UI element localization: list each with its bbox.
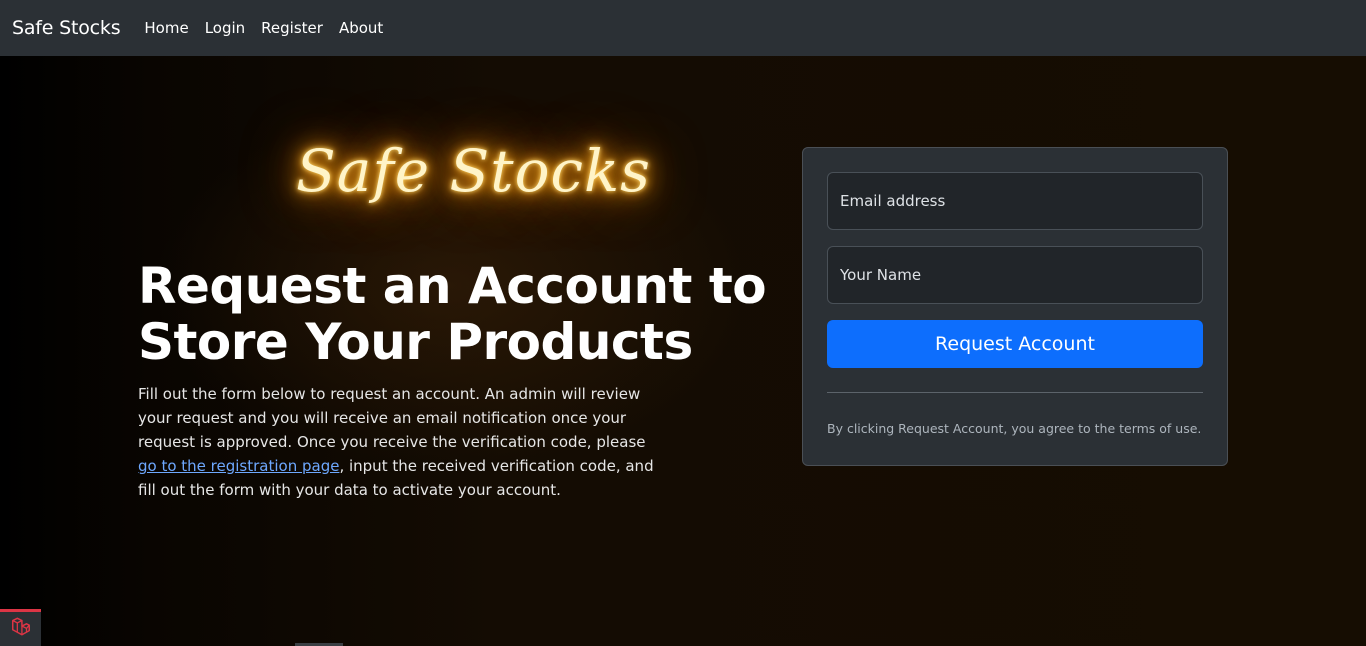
description-text-start: Fill out the form below to request an ac… [138,385,646,451]
laravel-debugbar-toggle[interactable] [0,609,41,646]
navbar-brand[interactable]: Safe Stocks [12,17,121,39]
nav-link-login[interactable]: Login [205,19,245,37]
neon-logo: Safe Stocks [296,137,651,205]
name-field[interactable] [827,246,1203,304]
registration-page-link[interactable]: go to the registration page [138,457,339,475]
nav-link-home[interactable]: Home [144,19,188,37]
description: Fill out the form below to request an ac… [138,382,668,502]
navbar: Safe Stocks Home Login Register About [0,0,1366,56]
nav-link-register[interactable]: Register [261,19,323,37]
nav-link-about[interactable]: About [339,19,383,37]
request-account-card: Request Account By clicking Request Acco… [802,147,1228,466]
laravel-icon [10,616,32,642]
email-field[interactable] [827,172,1203,230]
divider [827,392,1203,393]
terms-text: By clicking Request Account, you agree t… [827,421,1202,436]
page-title: Request an Account to Store Your Product… [138,257,767,371]
request-account-button[interactable]: Request Account [827,320,1203,368]
